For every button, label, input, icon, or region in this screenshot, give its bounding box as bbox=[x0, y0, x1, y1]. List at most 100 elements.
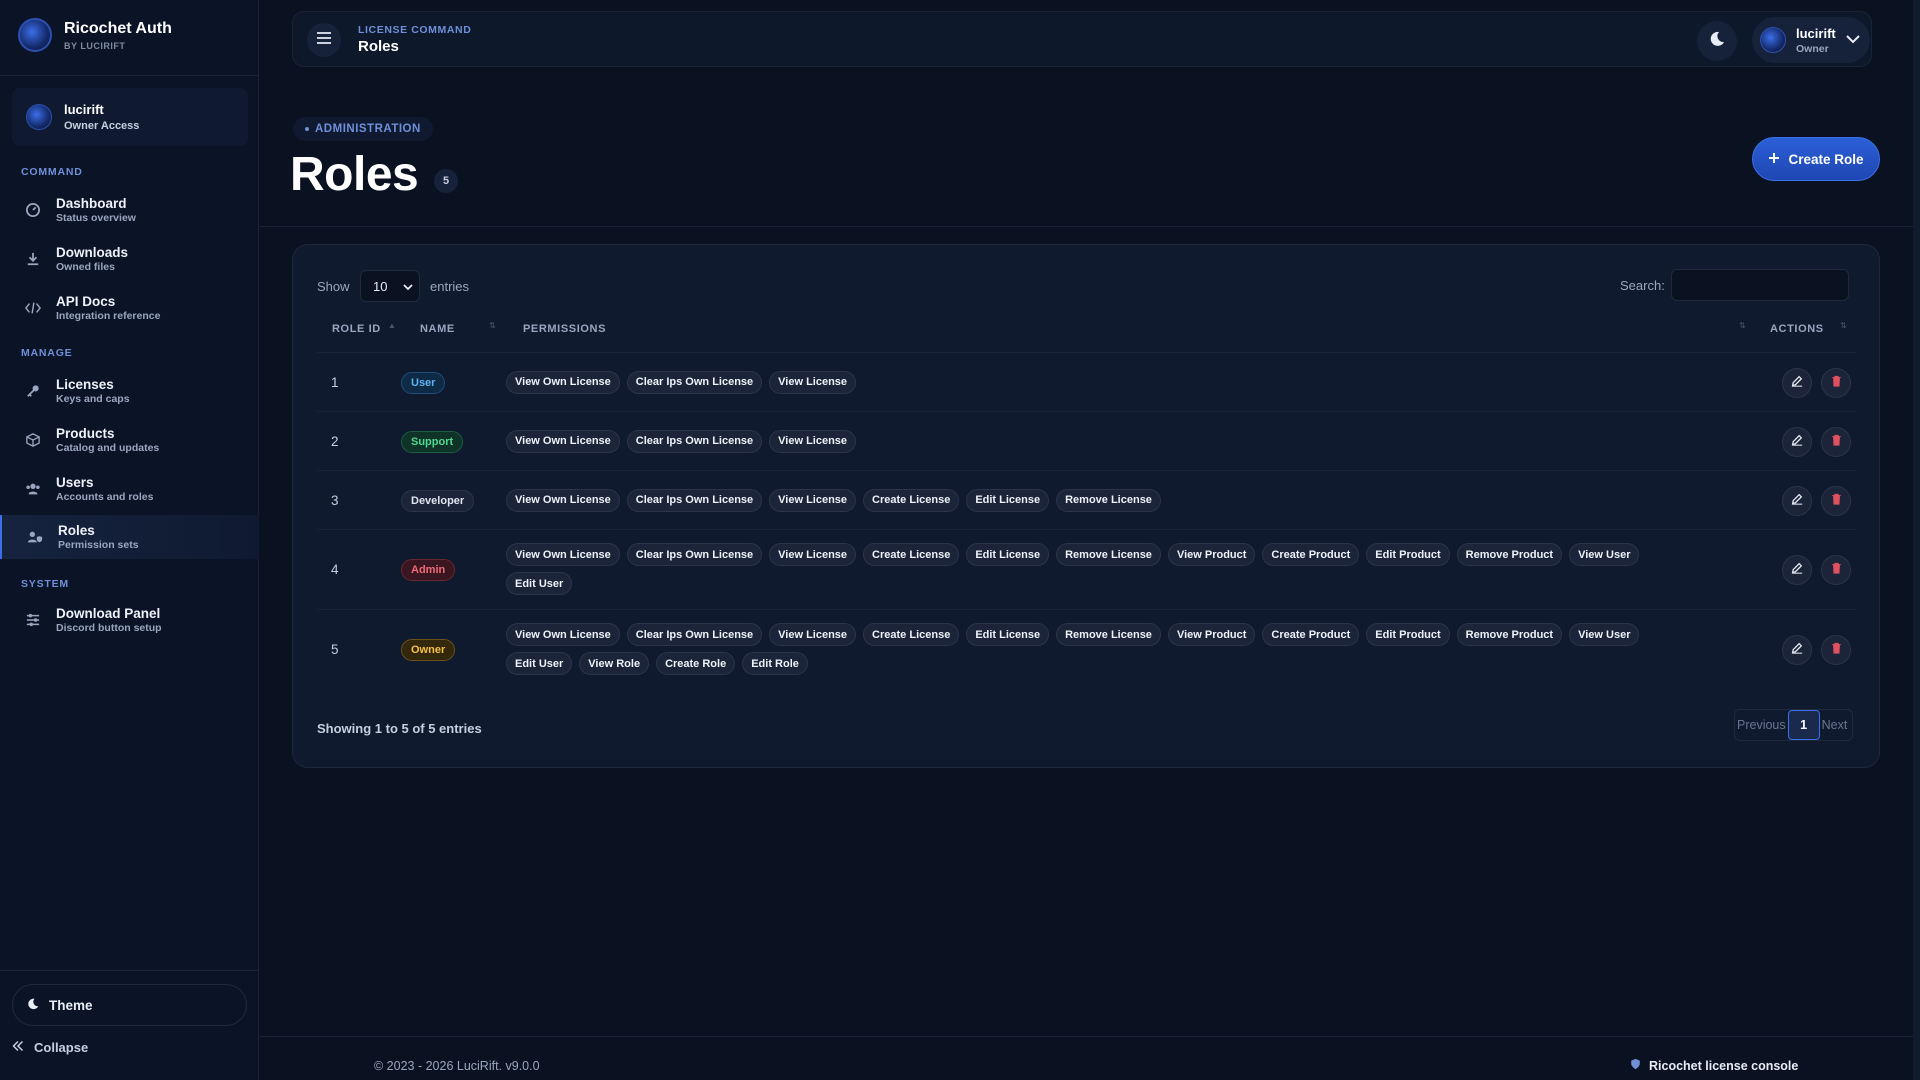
section-label-system: SYSTEM bbox=[21, 578, 69, 590]
sidebar-item-downloads[interactable]: Downloads Owned files bbox=[0, 237, 259, 281]
table-row: 5 Owner View Own License Clear Ips Own Lice… bbox=[317, 609, 1857, 689]
user-shield-icon bbox=[26, 528, 44, 546]
menu-button[interactable] bbox=[307, 23, 341, 57]
column-header-role-id[interactable]: ROLE ID bbox=[332, 323, 381, 335]
permission-chip: Edit Role bbox=[742, 652, 808, 675]
sidebar-item-download-panel[interactable]: Download Panel Discord button setup bbox=[0, 598, 259, 642]
sidebar-item-licenses[interactable]: Licenses Keys and caps bbox=[0, 369, 259, 413]
permission-chip: View License bbox=[769, 370, 857, 394]
sort-icon: ⇅ bbox=[1739, 321, 1746, 330]
edit-role-button[interactable] bbox=[1782, 485, 1812, 516]
brand[interactable]: Ricochet Auth BY LUCIRIFT bbox=[18, 18, 172, 52]
collapse-button[interactable]: Collapse bbox=[12, 1040, 88, 1055]
pagination-page[interactable]: 1 bbox=[1787, 710, 1820, 740]
permission-chip: View User bbox=[1569, 623, 1640, 646]
delete-role-button[interactable] bbox=[1821, 426, 1851, 457]
sidebar-item-title: Licenses bbox=[56, 377, 114, 392]
theme-label: Theme bbox=[49, 997, 93, 1013]
delete-role-button[interactable] bbox=[1821, 367, 1851, 398]
sidebar-item-title: Users bbox=[56, 475, 94, 490]
dark-mode-button[interactable] bbox=[1697, 21, 1737, 61]
profile-role: Owner bbox=[1796, 42, 1829, 55]
permission-chip: Clear Ips Own License bbox=[626, 623, 763, 646]
permissions-list: View Own License Clear Ips Own License Vie… bbox=[506, 488, 1656, 512]
edit-icon bbox=[1791, 492, 1803, 510]
edit-role-button[interactable] bbox=[1782, 426, 1812, 457]
user-access: Owner Access bbox=[64, 120, 140, 132]
download-icon bbox=[24, 250, 42, 268]
page-size-value: 10 bbox=[373, 278, 388, 294]
permission-chip: View License bbox=[769, 429, 857, 453]
permission-chip: View User bbox=[1569, 543, 1640, 566]
role-id: 3 bbox=[331, 492, 339, 508]
edit-role-button[interactable] bbox=[1782, 555, 1812, 585]
column-header-name[interactable]: NAME bbox=[420, 323, 455, 335]
permission-chip: View Product bbox=[1167, 623, 1256, 646]
section-label-command: COMMAND bbox=[21, 166, 83, 178]
permission-chip: Clear Ips Own License bbox=[626, 488, 763, 512]
permission-chip: Create Role bbox=[656, 652, 736, 675]
profile-name: lucirift bbox=[1796, 25, 1836, 41]
sidebar-item-sub: Integration reference bbox=[56, 310, 161, 322]
permission-chip: Remove License bbox=[1056, 543, 1161, 566]
key-icon bbox=[24, 382, 42, 400]
sidebar-item-sub: Permission sets bbox=[58, 539, 139, 551]
sidebar-item-users[interactable]: Users Accounts and roles bbox=[0, 467, 259, 511]
delete-role-button[interactable] bbox=[1821, 485, 1851, 516]
edit-icon bbox=[1791, 374, 1803, 392]
permission-chip: Remove Product bbox=[1456, 543, 1563, 566]
sidebar-item-api-docs[interactable]: API Docs Integration reference bbox=[0, 286, 259, 330]
permissions-list: View Own License Clear Ips Own License Vie… bbox=[506, 543, 1656, 595]
pagination-previous[interactable]: Previous bbox=[1735, 718, 1788, 732]
create-role-button[interactable]: Create Role bbox=[1752, 137, 1880, 181]
role-name-badge: Support bbox=[401, 430, 464, 453]
code-icon bbox=[24, 299, 42, 317]
sidebar-item-products[interactable]: Products Catalog and updates bbox=[0, 418, 259, 462]
role-name-badge: Admin bbox=[401, 559, 456, 581]
delete-role-button[interactable] bbox=[1821, 555, 1851, 585]
theme-toggle-button[interactable]: Theme bbox=[12, 984, 247, 1026]
role-id: 4 bbox=[331, 562, 339, 577]
profile-menu-button[interactable]: lucirift Owner bbox=[1752, 17, 1870, 63]
permission-chip: Edit Product bbox=[1366, 543, 1450, 566]
edit-role-button[interactable] bbox=[1782, 635, 1812, 665]
sidebar: Ricochet Auth BY LUCIRIFT lucirift Owner… bbox=[0, 0, 259, 1080]
moon-icon bbox=[1709, 31, 1725, 52]
pagination-next[interactable]: Next bbox=[1820, 718, 1848, 732]
permission-chip: View Own License bbox=[506, 543, 620, 566]
permission-chip: Remove License bbox=[1056, 488, 1161, 512]
permission-chip: Edit User bbox=[506, 652, 573, 675]
permission-chip: Edit License bbox=[966, 488, 1050, 512]
column-header-permissions[interactable]: PERMISSIONS bbox=[523, 323, 606, 335]
permission-chip: View Own License bbox=[506, 488, 620, 512]
permission-chip: View License bbox=[769, 488, 857, 512]
sliders-icon bbox=[24, 611, 42, 629]
footer-copyright: © 2023 - 2026 LuciRift. v9.0.0 bbox=[374, 1059, 540, 1073]
plus-icon bbox=[1768, 152, 1780, 167]
permission-chip: Remove Product bbox=[1456, 623, 1563, 646]
permission-chip: Edit License bbox=[966, 623, 1050, 646]
permission-chip: View License bbox=[769, 623, 857, 646]
user-card[interactable]: lucirift Owner Access bbox=[12, 88, 248, 146]
brand-subtitle: BY LUCIRIFT bbox=[64, 40, 126, 51]
sidebar-item-dashboard[interactable]: Dashboard Status overview bbox=[0, 188, 259, 232]
dot-icon bbox=[305, 127, 309, 131]
permission-chip: View Own License bbox=[506, 429, 620, 453]
entries-label: entries bbox=[430, 279, 470, 294]
sidebar-item-title: Roles bbox=[58, 523, 95, 538]
edit-role-button[interactable] bbox=[1782, 367, 1812, 398]
section-label-manage: MANAGE bbox=[21, 347, 73, 359]
collapse-label: Collapse bbox=[34, 1040, 89, 1055]
sidebar-item-roles[interactable]: Roles Permission sets bbox=[0, 515, 259, 559]
roles-table-card: Show 10 entries Search: ROLE ID ▲ NAME ⇅… bbox=[292, 244, 1880, 768]
table-row: 3 Developer View Own License Clear Ips Own … bbox=[317, 470, 1857, 529]
permission-chip: Clear Ips Own License bbox=[626, 370, 763, 394]
delete-role-button[interactable] bbox=[1821, 635, 1851, 665]
search-input[interactable] bbox=[1671, 269, 1849, 301]
page-size-select[interactable]: 10 bbox=[360, 270, 420, 302]
scrollbar[interactable] bbox=[1913, 0, 1920, 1080]
sidebar-divider bbox=[0, 75, 259, 76]
section-pill-label: ADMINISTRATION bbox=[315, 123, 421, 135]
permissions-list: View Own License Clear Ips Own License Vie… bbox=[506, 429, 1656, 453]
footer-console-label: Ricochet license console bbox=[1630, 1058, 1798, 1073]
